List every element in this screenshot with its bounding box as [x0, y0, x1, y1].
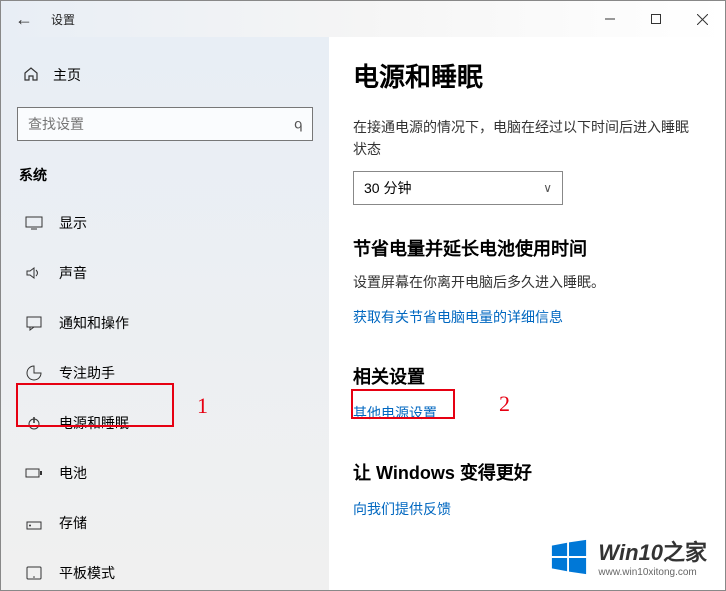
display-icon	[25, 216, 43, 230]
sidebar-item-notifications[interactable]: 通知和操作	[17, 301, 313, 345]
sidebar-item-label: 电池	[59, 463, 87, 483]
search-input[interactable]	[17, 107, 313, 141]
save-power-description: 设置屏幕在你离开电脑后多久进入睡眠。	[353, 271, 701, 293]
title-left: ← 设置	[1, 1, 587, 37]
window-title: 设置	[51, 11, 75, 28]
sound-icon	[25, 266, 43, 280]
back-icon[interactable]: ←	[15, 9, 33, 30]
sidebar-item-label: 专注助手	[59, 363, 115, 383]
close-icon	[697, 14, 708, 25]
improve-heading: 让 Windows 变得更好	[353, 459, 701, 485]
sidebar-item-label: 通知和操作	[59, 313, 129, 333]
windows-logo-icon	[550, 538, 588, 576]
close-button[interactable]	[679, 1, 725, 37]
related-heading: 相关设置	[353, 363, 701, 389]
sidebar-item-focus[interactable]: 专注助手	[17, 351, 313, 395]
plugged-description: 在接通电源的情况下，电脑在经过以下时间后进入睡眠状态	[353, 116, 701, 161]
watermark-title: Win10之家	[598, 535, 707, 567]
search-box: ⍴	[17, 107, 313, 141]
sidebar-item-storage[interactable]: 存储	[17, 501, 313, 545]
chevron-down-icon: ∨	[543, 181, 552, 195]
minimize-button[interactable]	[587, 1, 633, 37]
save-power-link[interactable]: 获取有关节省电脑电量的详细信息	[353, 307, 563, 327]
storage-icon	[25, 516, 43, 530]
annotation-number-2: 2	[499, 391, 510, 417]
focus-icon	[25, 365, 43, 381]
sidebar-item-battery[interactable]: 电池	[17, 451, 313, 495]
maximize-button[interactable]	[633, 1, 679, 37]
section-label: 系统	[17, 159, 313, 201]
home-icon	[23, 66, 39, 85]
content-area: 电源和睡眠 在接通电源的情况下，电脑在经过以下时间后进入睡眠状态 30 分钟 ∨…	[329, 37, 725, 590]
maximize-icon	[651, 14, 661, 24]
main-wrap: 主页 ⍴ 系统 显示 声音 通知和操作	[1, 37, 725, 590]
watermark-url: www.win10xitong.com	[598, 567, 696, 578]
search-icon: ⍴	[294, 116, 303, 133]
home-link[interactable]: 主页	[17, 57, 313, 93]
notifications-icon	[25, 315, 43, 331]
sidebar-item-label: 电源和睡眠	[59, 413, 129, 433]
sidebar-item-power[interactable]: 电源和睡眠	[17, 401, 313, 445]
other-power-settings-link[interactable]: 其他电源设置	[353, 403, 437, 423]
sidebar-item-label: 声音	[59, 263, 87, 283]
power-icon	[25, 415, 43, 431]
select-value: 30 分钟	[364, 178, 411, 198]
home-label: 主页	[53, 65, 81, 85]
save-power-heading: 节省电量并延长电池使用时间	[353, 235, 701, 261]
sidebar: 主页 ⍴ 系统 显示 声音 通知和操作	[1, 37, 329, 590]
window-controls	[587, 1, 725, 37]
minimize-icon	[605, 14, 615, 24]
sidebar-item-label: 平板模式	[59, 563, 115, 583]
sidebar-item-display[interactable]: 显示	[17, 201, 313, 245]
sleep-time-select[interactable]: 30 分钟 ∨	[353, 171, 563, 205]
feedback-link[interactable]: 向我们提供反馈	[353, 499, 451, 519]
watermark-text: Win10之家 www.win10xitong.com	[598, 535, 707, 578]
sidebar-item-label: 存储	[59, 513, 87, 533]
sidebar-item-label: 显示	[59, 213, 87, 233]
sidebar-item-sound[interactable]: 声音	[17, 251, 313, 295]
tablet-icon	[25, 566, 43, 580]
sidebar-item-tablet[interactable]: 平板模式	[17, 551, 313, 590]
battery-icon	[25, 467, 43, 479]
page-title: 电源和睡眠	[353, 57, 701, 94]
annotation-number-1: 1	[197, 393, 208, 419]
watermark: Win10之家 www.win10xitong.com	[550, 535, 707, 578]
titlebar: ← 设置	[1, 1, 725, 37]
